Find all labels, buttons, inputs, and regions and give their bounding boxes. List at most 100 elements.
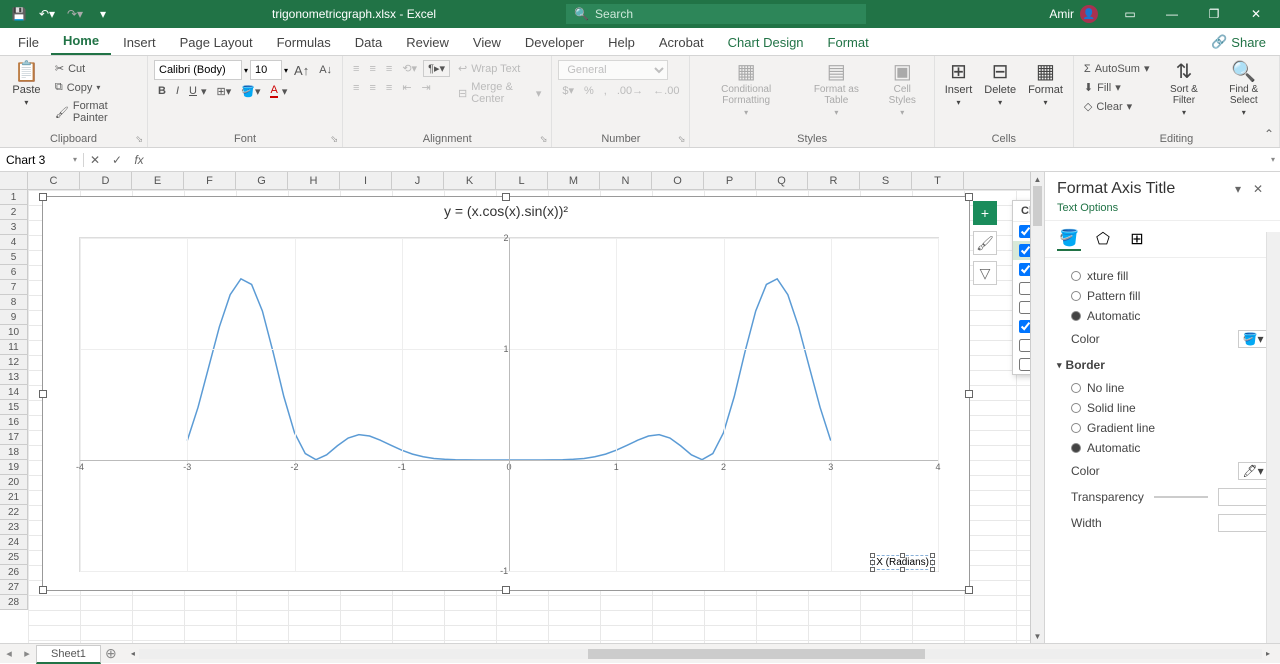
insert-cells-button[interactable]: ⊞ Insert▾	[941, 60, 977, 109]
column-header[interactable]: N	[600, 172, 652, 189]
column-header[interactable]: O	[652, 172, 704, 189]
fill-color-button[interactable]: 🪣▾	[1238, 330, 1268, 348]
italic-button[interactable]: I	[172, 83, 183, 99]
row-header[interactable]: 20	[0, 475, 28, 490]
tab-file[interactable]: File	[6, 30, 51, 55]
row-header[interactable]: 24	[0, 535, 28, 550]
chart-element-checkbox[interactable]	[1019, 358, 1030, 371]
pane-subtitle[interactable]: Text Options	[1045, 202, 1280, 221]
delete-cells-button[interactable]: ⊟ Delete▾	[980, 60, 1020, 109]
horizontal-scrollbar[interactable]: ◂ ▸	[127, 648, 1274, 660]
transparency-input[interactable]	[1218, 488, 1268, 506]
increase-font-button[interactable]: A↑	[290, 61, 313, 80]
select-all-button[interactable]	[0, 172, 28, 189]
sheet-nav-prev[interactable]: ◂	[0, 647, 18, 660]
percent-format-button[interactable]: %	[580, 83, 598, 99]
column-header[interactable]: R	[808, 172, 860, 189]
row-header[interactable]: 2	[0, 205, 28, 220]
chart-resize-handle[interactable]	[965, 193, 973, 201]
save-button[interactable]: 💾	[8, 3, 30, 25]
tab-view[interactable]: View	[461, 30, 513, 55]
chart-resize-handle[interactable]	[39, 390, 47, 398]
row-header[interactable]: 22	[0, 505, 28, 520]
chart-element-checkbox[interactable]	[1019, 320, 1030, 333]
search-box[interactable]: 🔍 Search	[566, 4, 866, 24]
chart-element-item[interactable]: Trendline	[1013, 355, 1030, 374]
share-button[interactable]: 🔗 Share	[1197, 29, 1280, 55]
row-header[interactable]: 7	[0, 280, 28, 295]
row-header[interactable]: 1	[0, 190, 28, 205]
size-properties-tab[interactable]: ⊞	[1125, 227, 1149, 251]
chart-element-item[interactable]: Gridlines	[1013, 317, 1030, 336]
column-header[interactable]: S	[860, 172, 912, 189]
chart-resize-handle[interactable]	[965, 586, 973, 594]
row-header[interactable]: 27	[0, 580, 28, 595]
scroll-up-button[interactable]: ▲	[1031, 172, 1044, 186]
row-header[interactable]: 14	[0, 385, 28, 400]
sort-filter-button[interactable]: ⇅ Sort & Filter▾	[1158, 60, 1211, 119]
chart-element-checkbox[interactable]	[1019, 225, 1030, 238]
border-color-button[interactable]: 🖊▾	[1238, 462, 1268, 480]
format-cells-button[interactable]: ▦ Format▾	[1024, 60, 1067, 109]
font-color-button[interactable]: A▾	[266, 82, 291, 100]
tab-help[interactable]: Help	[596, 30, 647, 55]
chart-resize-handle[interactable]	[502, 193, 510, 201]
copy-button[interactable]: ⧉ Copy ▾	[51, 79, 141, 96]
qat-customize[interactable]: ▾	[92, 3, 114, 25]
chart-elements-button[interactable]: +	[973, 201, 997, 225]
accounting-format-button[interactable]: $▾	[558, 82, 578, 99]
close-button[interactable]: ✕	[1236, 0, 1276, 28]
format-as-table-button[interactable]: ▤ Format as Table▾	[800, 60, 873, 119]
font-name-dropdown[interactable]: ▾	[244, 66, 248, 75]
number-dialog-launcher[interactable]: ⬂	[678, 134, 686, 145]
column-header[interactable]: J	[392, 172, 444, 189]
row-header[interactable]: 15	[0, 400, 28, 415]
chart-element-item[interactable]: Data Labels	[1013, 279, 1030, 298]
tab-insert[interactable]: Insert	[111, 30, 168, 55]
user-account[interactable]: Amir 👤	[1049, 5, 1098, 23]
pane-options-button[interactable]: ▾	[1228, 182, 1248, 196]
font-dialog-launcher[interactable]: ⬂	[331, 134, 339, 145]
chart-element-checkbox[interactable]	[1019, 244, 1030, 257]
plot-area[interactable]: -4-3-2-101234-112	[79, 237, 939, 572]
row-header[interactable]: 16	[0, 415, 28, 430]
align-top-button[interactable]: ≡	[349, 61, 363, 77]
chart-element-item[interactable]: Axes	[1013, 222, 1030, 241]
chart-element-item[interactable]: Axis Titles▸	[1013, 241, 1030, 260]
transparency-slider[interactable]	[1154, 496, 1208, 498]
chart-element-checkbox[interactable]	[1019, 282, 1030, 295]
column-header[interactable]: Q	[756, 172, 808, 189]
autosum-button[interactable]: Σ AutoSum ▾	[1080, 60, 1154, 77]
hscroll-thumb[interactable]	[588, 649, 925, 659]
column-header[interactable]: D	[80, 172, 132, 189]
chart-resize-handle[interactable]	[39, 193, 47, 201]
column-header[interactable]: F	[184, 172, 236, 189]
borders-button[interactable]: ⊞▾	[213, 83, 236, 100]
merge-center-button[interactable]: ⊟ Merge & Center ▾	[454, 79, 545, 107]
row-header[interactable]: 25	[0, 550, 28, 565]
chart-element-item[interactable]: Legend	[1013, 336, 1030, 355]
texture-fill-radio[interactable]: xture fill	[1057, 266, 1268, 286]
fill-line-tab[interactable]: 🪣	[1057, 227, 1081, 251]
row-header[interactable]: 23	[0, 520, 28, 535]
wrap-text-button[interactable]: ↩ Wrap Text	[454, 60, 545, 77]
align-bottom-button[interactable]: ≡	[382, 61, 396, 77]
paste-button[interactable]: 📋 Paste ▾	[6, 60, 47, 109]
sheet-tab[interactable]: Sheet1	[36, 645, 101, 664]
cut-button[interactable]: ✂ Cut	[51, 60, 141, 77]
row-header[interactable]: 10	[0, 325, 28, 340]
row-header[interactable]: 12	[0, 355, 28, 370]
scroll-left-button[interactable]: ◂	[127, 649, 139, 658]
tab-acrobat[interactable]: Acrobat	[647, 30, 716, 55]
enter-formula-button[interactable]: ✓	[106, 153, 128, 167]
row-header[interactable]: 17	[0, 430, 28, 445]
no-line-radio[interactable]: No line	[1057, 378, 1268, 398]
orientation-button[interactable]: ⟲▾	[398, 60, 421, 77]
row-header[interactable]: 4	[0, 235, 28, 250]
fill-color-button[interactable]: 🪣▾	[237, 83, 264, 100]
column-header[interactable]: L	[496, 172, 548, 189]
row-header[interactable]: 9	[0, 310, 28, 325]
chart-object[interactable]: y = (x.cos(x).sin(x))² Y -4-3-2-101234-1…	[42, 196, 970, 591]
column-header[interactable]: G	[236, 172, 288, 189]
name-box[interactable]: Chart 3▾	[0, 153, 84, 167]
